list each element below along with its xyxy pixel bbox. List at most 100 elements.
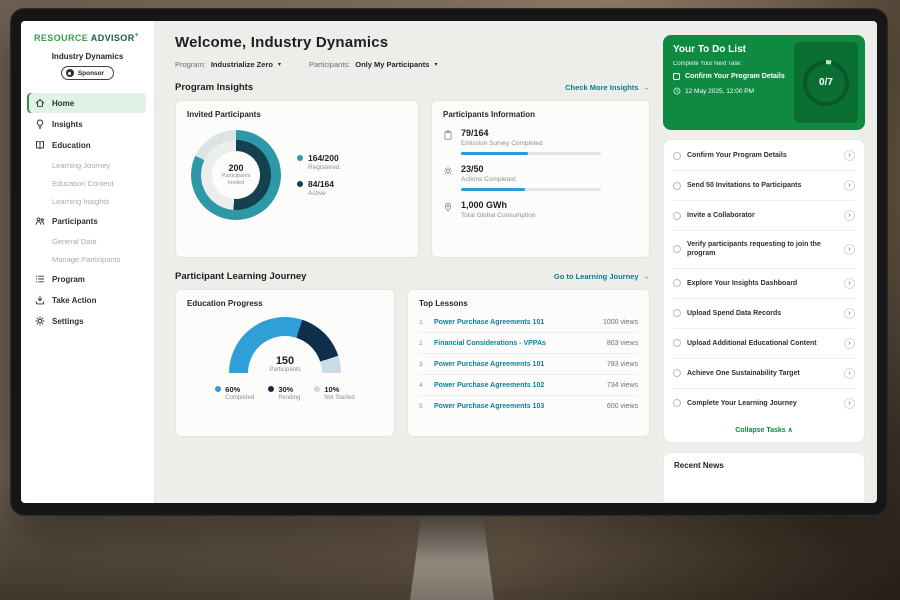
- radio-icon[interactable]: [673, 309, 681, 317]
- invited-donut-chart: 200 Participants Invited: [191, 130, 281, 220]
- sidebar-item-education-content[interactable]: Education Content: [27, 174, 146, 192]
- monitor-bezel: RESOURCE ADVISOR+ Industry Dynamics Spon…: [10, 8, 888, 516]
- chevron-right-icon[interactable]: ›: [844, 150, 855, 161]
- task-row[interactable]: Achieve One Sustainability Target ›: [673, 359, 855, 389]
- task-row[interactable]: Explore Your Insights Dashboard ›: [673, 269, 855, 299]
- legend-dot: [297, 181, 303, 187]
- chevron-right-icon[interactable]: ›: [844, 338, 855, 349]
- chevron-right-icon[interactable]: ›: [844, 244, 855, 255]
- stat-actions-completed: 23/50 Actions Completed: [443, 164, 638, 191]
- sidebar-item-general-data[interactable]: General Data: [27, 232, 146, 250]
- sidebar-item-home[interactable]: Home: [27, 93, 146, 113]
- chevron-right-icon[interactable]: ›: [844, 180, 855, 191]
- sidebar-item-take-action[interactable]: Take Action: [27, 290, 146, 310]
- lesson-row: 3 Power Purchase Agreements 101 793 view…: [419, 354, 638, 375]
- app-logo: RESOURCE ADVISOR+: [21, 32, 154, 43]
- radio-icon[interactable]: [673, 279, 681, 287]
- legend-dot: [314, 386, 320, 392]
- sidebar-item-program[interactable]: Program: [27, 269, 146, 289]
- recent-news-card: Recent News: [663, 452, 865, 503]
- chevron-down-icon: ▾: [278, 62, 281, 68]
- go-to-learning-journey-link[interactable]: Go to Learning Journey →: [554, 272, 650, 281]
- todo-progress-box: 0/7: [794, 42, 858, 123]
- task-row[interactable]: Invite a Collaborator ›: [673, 201, 855, 231]
- gear-icon: [443, 166, 453, 176]
- radio-icon[interactable]: [673, 245, 681, 253]
- chevron-down-icon: ▾: [434, 62, 437, 68]
- chevron-right-icon[interactable]: ›: [844, 210, 855, 221]
- lesson-row: 1 Power Purchase Agreements 101 1000 vie…: [419, 312, 638, 333]
- lesson-link[interactable]: Power Purchase Agreements 102: [434, 382, 599, 389]
- chevron-right-icon[interactable]: ›: [844, 368, 855, 379]
- gear-icon: [35, 316, 45, 326]
- todo-progress-ring: 0/7: [803, 60, 849, 106]
- radio-icon[interactable]: [673, 212, 681, 220]
- chevron-right-icon[interactable]: ›: [844, 308, 855, 319]
- lesson-link[interactable]: Power Purchase Agreements 101: [434, 361, 599, 368]
- sidebar-item-learning-insights[interactable]: Learning Insights: [27, 192, 146, 210]
- todo-task-list: Confirm Your Program Details › Send 50 I…: [663, 139, 865, 443]
- radio-icon[interactable]: [673, 182, 681, 190]
- task-row[interactable]: Upload Spend Data Records ›: [673, 299, 855, 329]
- education-legend: 60% Completed 30% Pending: [215, 385, 354, 401]
- sidebar-item-manage-participants[interactable]: Manage Participants: [27, 250, 146, 268]
- checkbox-icon[interactable]: [673, 73, 680, 80]
- check-more-insights-link[interactable]: Check More Insights →: [565, 83, 650, 92]
- task-row[interactable]: Complete Your Learning Journey ›: [673, 389, 855, 418]
- learning-journey-title: Participant Learning Journey: [175, 271, 306, 282]
- sidebar-nav: Home Insights Education Learning Journey…: [21, 93, 154, 331]
- legend-pending: 30% Pending: [268, 385, 300, 401]
- chevron-right-icon[interactable]: ›: [844, 278, 855, 289]
- task-row[interactable]: Confirm Your Program Details ›: [673, 141, 855, 171]
- sidebar-item-label: Insights: [52, 120, 83, 129]
- chevron-right-icon[interactable]: ›: [844, 398, 855, 409]
- task-row[interactable]: Send 50 Invitations to Participants ›: [673, 171, 855, 201]
- stat-global-consumption: 1,000 GWh Total Global Consumption: [443, 200, 638, 219]
- program-filter[interactable]: Program: Industrialize Zero ▾: [175, 60, 281, 69]
- actions-progress-bar: [461, 188, 601, 191]
- invited-card-title: Invited Participants: [187, 110, 407, 119]
- legend-dot: [297, 155, 303, 161]
- home-icon: [35, 98, 45, 108]
- page-title: Welcome, Industry Dynamics: [175, 34, 650, 51]
- lesson-row: 2 Financial Considerations - VPPAs 803 v…: [419, 333, 638, 354]
- sidebar-item-education[interactable]: Education: [27, 135, 146, 155]
- lightbulb-icon: [35, 119, 45, 129]
- stat-progress-fill: [461, 152, 528, 155]
- education-progress-card: Education Progress 150 Participants: [175, 289, 395, 437]
- lesson-link[interactable]: Power Purchase Agreements 103: [434, 403, 599, 410]
- task-row[interactable]: Verify participants requesting to join t…: [673, 231, 855, 269]
- lesson-link[interactable]: Financial Considerations - VPPAs: [434, 340, 599, 347]
- sidebar-item-label: Participants: [52, 217, 98, 226]
- location-pin-icon: [443, 202, 453, 212]
- lessons-card-title: Top Lessons: [419, 299, 638, 308]
- task-row[interactable]: Upload Additional Educational Content ›: [673, 329, 855, 359]
- invited-donut-center: 200 Participants Invited: [212, 151, 260, 199]
- sidebar-item-label: Settings: [52, 317, 84, 326]
- sidebar-item-participants[interactable]: Participants: [27, 211, 146, 231]
- todo-next-task[interactable]: Confirm Your Program Details: [673, 73, 785, 80]
- org-name: Industry Dynamics: [21, 52, 154, 61]
- radio-icon[interactable]: [673, 369, 681, 377]
- sidebar-item-insights[interactable]: Insights: [27, 114, 146, 134]
- collapse-tasks-link[interactable]: Collapse Tasks ∧: [673, 418, 855, 441]
- logo-advisor: ADVISOR: [91, 33, 135, 43]
- radio-icon[interactable]: [673, 152, 681, 160]
- sidebar-item-learning-journey[interactable]: Learning Journey: [27, 156, 146, 174]
- sidebar-item-label: Take Action: [52, 296, 96, 305]
- download-icon: [35, 295, 45, 305]
- sponsor-icon: [66, 69, 74, 77]
- todo-due: 12 May 2025, 12:00 PM: [673, 87, 785, 95]
- people-icon: [35, 216, 45, 226]
- dashboard-screen: RESOURCE ADVISOR+ Industry Dynamics Spon…: [21, 21, 877, 503]
- participants-information-card: Participants Information 79/164 Emission…: [431, 100, 650, 258]
- education-gauge-chart: 150 Participants: [229, 317, 341, 373]
- sidebar-item-settings[interactable]: Settings: [27, 311, 146, 331]
- radio-icon[interactable]: [673, 399, 681, 407]
- lesson-link[interactable]: Power Purchase Agreements 101: [434, 319, 595, 326]
- participants-filter[interactable]: Participants: Only My Participants ▾: [309, 60, 437, 69]
- todo-title: Your To Do List: [673, 44, 785, 55]
- radio-icon[interactable]: [673, 339, 681, 347]
- invited-legend: 164/200 Registered 84/164 Active: [297, 145, 339, 205]
- stat-emission-survey: 79/164 Emission Survey Completed: [443, 128, 638, 155]
